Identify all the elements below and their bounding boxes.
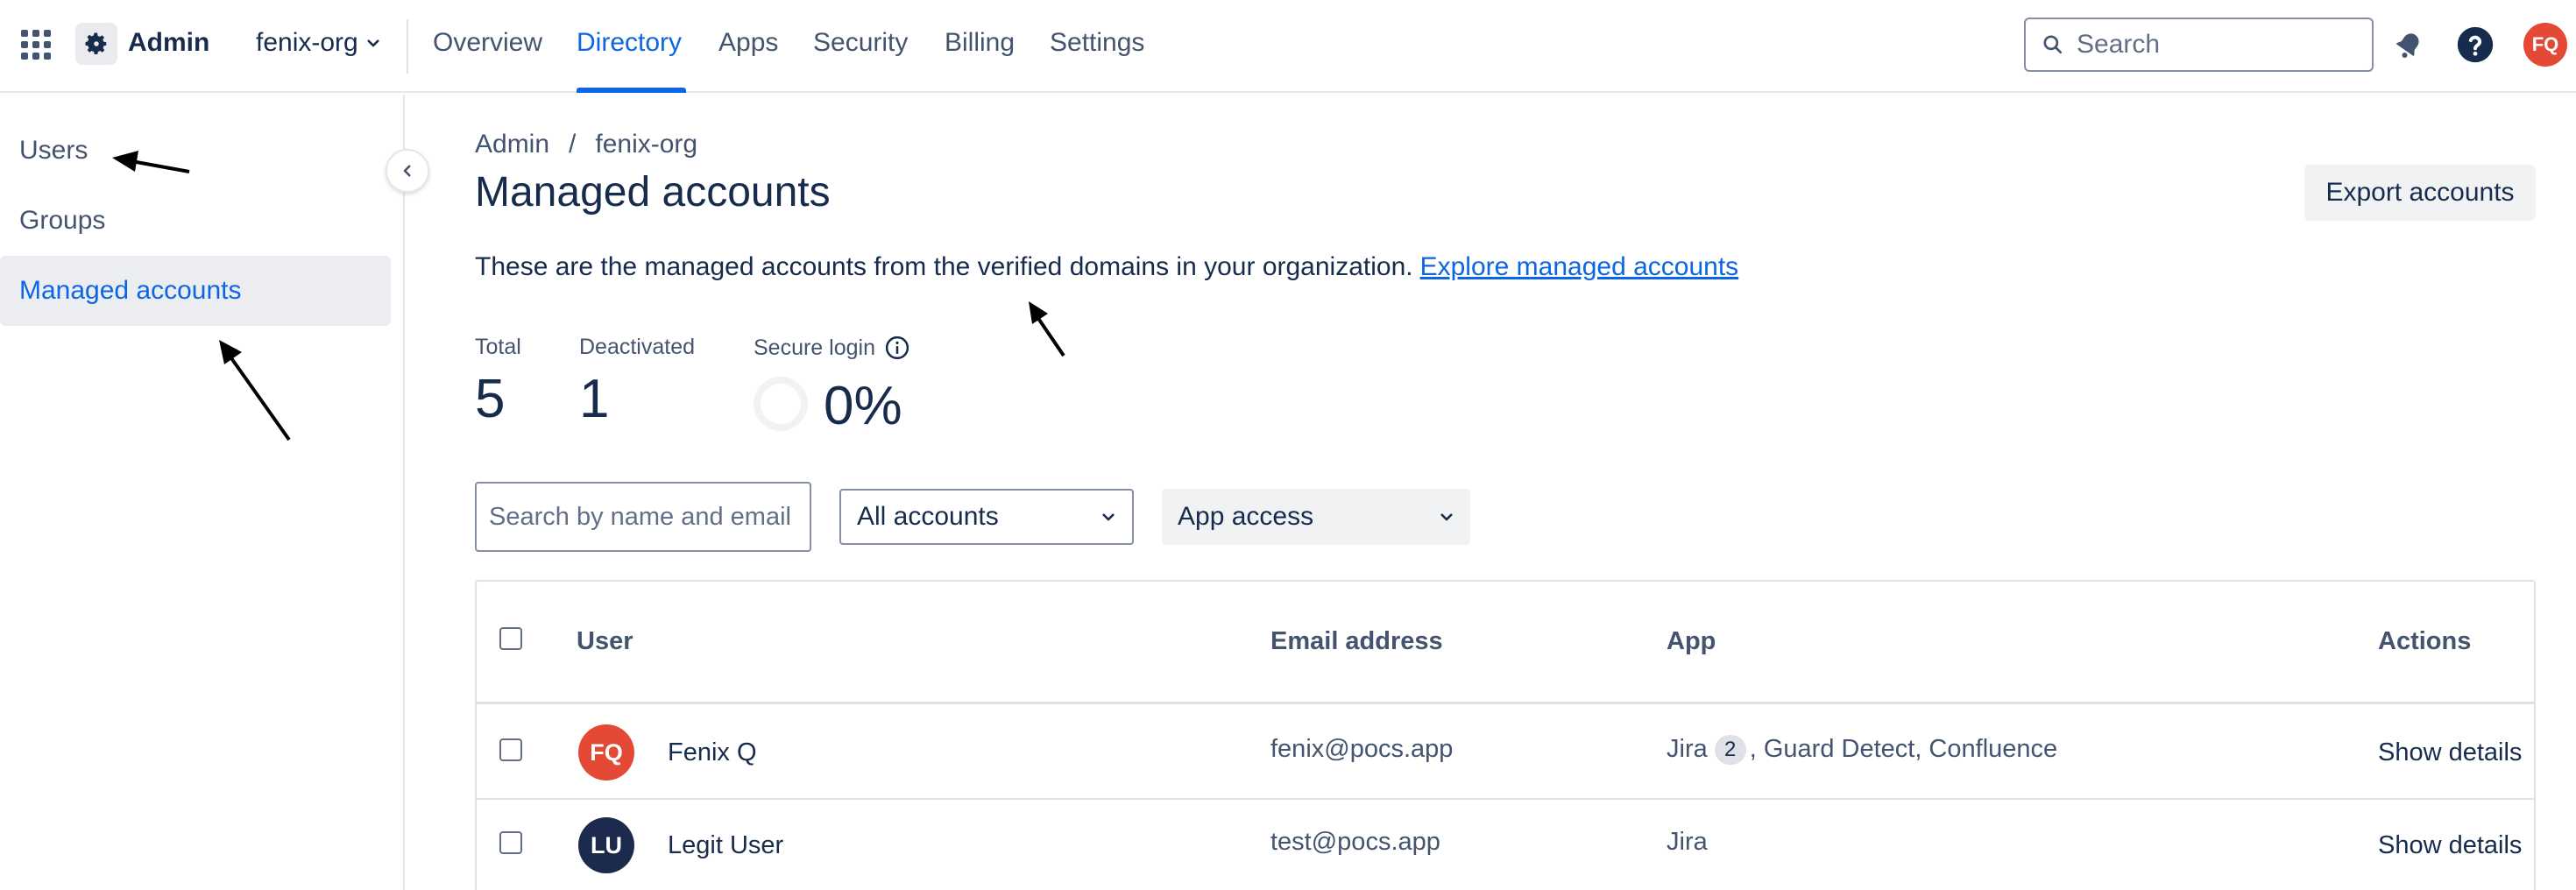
- user-name[interactable]: Legit User: [668, 831, 783, 860]
- stat-total-label: Total: [475, 335, 521, 359]
- annotation-arrow: [1029, 301, 1065, 357]
- column-header-email[interactable]: Email address: [1270, 627, 1443, 656]
- stat-secure-label: Secure login: [754, 335, 875, 360]
- column-header-actions: Actions: [2378, 627, 2472, 655]
- page-title: Managed accounts: [475, 169, 831, 215]
- description-text: These are the managed accounts from the …: [475, 252, 1413, 281]
- secure-login-progress-ring: [754, 377, 808, 431]
- notifications-bell-icon[interactable]: [2387, 23, 2431, 67]
- account-search-input[interactable]: [475, 482, 811, 552]
- tab-security[interactable]: Security: [813, 28, 908, 58]
- show-details-button[interactable]: Show details: [2378, 831, 2522, 860]
- stat-secure-login: Secure login: [754, 335, 910, 361]
- show-details-button[interactable]: Show details: [2378, 738, 2522, 767]
- nav-divider: [407, 19, 408, 74]
- stat-deactivated-label: Deactivated: [579, 335, 696, 359]
- app-access-filter-value: App access: [1178, 502, 1314, 531]
- stat-total-value: 5: [475, 369, 506, 429]
- sidebar-item-users[interactable]: Users: [0, 116, 391, 186]
- select-all-checkbox[interactable]: [499, 627, 522, 650]
- gear-icon[interactable]: [75, 23, 117, 65]
- global-search[interactable]: [2024, 18, 2374, 72]
- table-row: FQ Fenix Q fenix@pocs.app Jira 2, Guard D…: [477, 707, 2534, 800]
- row-checkbox[interactable]: [499, 738, 522, 761]
- user-avatar[interactable]: FQ: [2523, 23, 2567, 67]
- avatar: FQ: [578, 724, 634, 781]
- app-names-rest: , Guard Detect, Confluence: [1749, 735, 2058, 763]
- chevron-left-icon: [403, 165, 411, 177]
- explore-managed-accounts-link[interactable]: Explore managed accounts: [1420, 252, 1739, 281]
- page-description: These are the managed accounts from the …: [475, 252, 1738, 282]
- avatar: LU: [578, 817, 634, 873]
- help-icon[interactable]: [2453, 23, 2497, 67]
- org-switcher[interactable]: fenix-org: [256, 28, 381, 58]
- column-header-app: App: [1667, 627, 1716, 655]
- table-row: LU Legit User test@pocs.app Jira Show de…: [477, 800, 2534, 890]
- top-navigation: Admin fenix-org Overview Directory Apps …: [0, 0, 2576, 93]
- user-email: fenix@pocs.app: [1270, 735, 1454, 763]
- export-accounts-button[interactable]: Export accounts: [2304, 165, 2536, 221]
- sidebar-item-managed-accounts[interactable]: Managed accounts: [0, 256, 391, 326]
- column-header-user[interactable]: User: [577, 627, 633, 656]
- breadcrumb-org[interactable]: fenix-org: [595, 130, 697, 159]
- info-icon[interactable]: [884, 335, 910, 361]
- table-header: User Email address App Actions: [477, 582, 2534, 704]
- chevron-down-icon: [367, 39, 379, 47]
- chevron-down-icon: [1440, 513, 1453, 521]
- app-name: Jira: [1667, 735, 1708, 763]
- user-email: test@pocs.app: [1270, 828, 1440, 856]
- sidebar: Users Groups Managed accounts: [0, 95, 405, 890]
- chevron-down-icon: [1102, 513, 1115, 521]
- user-apps: Jira 2, Guard Detect, Confluence: [1667, 735, 2058, 766]
- stat-secure-value: 0%: [824, 376, 902, 436]
- active-tab-indicator: [577, 88, 686, 93]
- breadcrumb: Admin / fenix-org: [475, 130, 697, 159]
- user-name[interactable]: Fenix Q: [668, 738, 757, 767]
- tab-directory[interactable]: Directory: [577, 28, 682, 58]
- app-access-filter-select[interactable]: App access: [1162, 489, 1470, 545]
- accounts-table: User Email address App Actions FQ Fenix …: [475, 580, 2536, 890]
- breadcrumb-admin[interactable]: Admin: [475, 130, 549, 159]
- tab-overview[interactable]: Overview: [433, 28, 542, 58]
- stat-deactivated-value: 1: [579, 369, 610, 429]
- global-search-input[interactable]: [2077, 30, 2357, 60]
- row-checkbox[interactable]: [499, 831, 522, 854]
- app-title[interactable]: Admin: [128, 28, 209, 58]
- accounts-filter-select[interactable]: All accounts: [839, 489, 1134, 545]
- app-count-badge: 2: [1714, 735, 1746, 766]
- breadcrumb-separator: /: [569, 130, 577, 159]
- tab-billing[interactable]: Billing: [945, 28, 1015, 58]
- tab-apps[interactable]: Apps: [718, 28, 778, 58]
- tab-settings[interactable]: Settings: [1050, 28, 1144, 58]
- org-name: fenix-org: [256, 28, 358, 57]
- collapse-sidebar-button[interactable]: [386, 149, 429, 193]
- user-apps: Jira: [1667, 828, 1708, 856]
- app-switcher-icon[interactable]: [21, 30, 51, 60]
- sidebar-item-groups[interactable]: Groups: [0, 186, 391, 256]
- accounts-filter-value: All accounts: [857, 502, 999, 531]
- search-icon: [2043, 35, 2063, 54]
